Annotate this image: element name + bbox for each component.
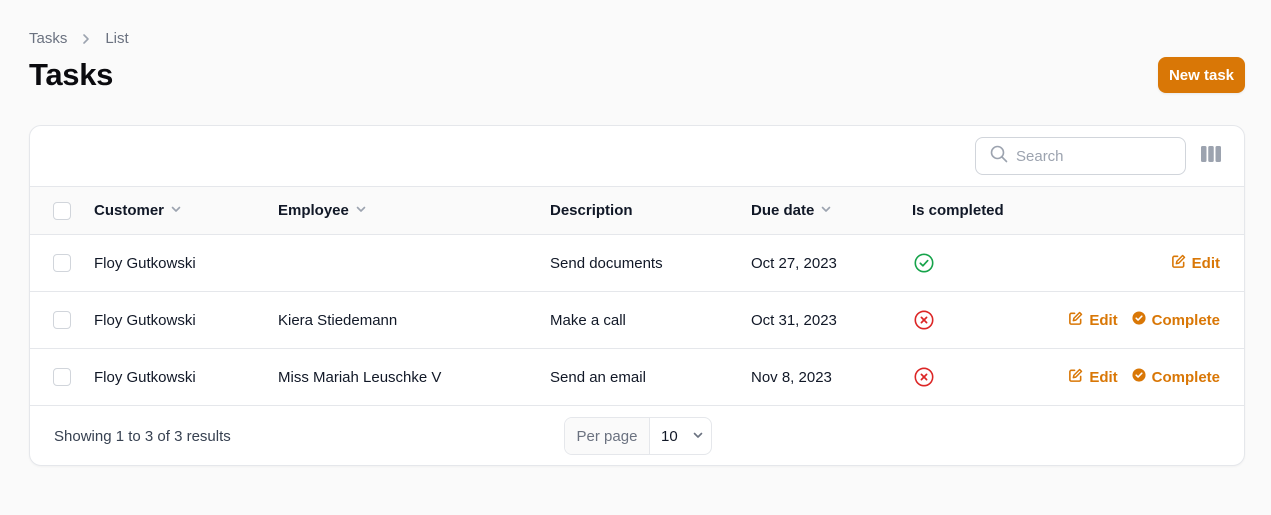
table-footer: Showing 1 to 3 of 3 results Per page 10 bbox=[30, 406, 1244, 465]
columns-icon bbox=[1201, 145, 1221, 167]
cell-description: Send an email bbox=[550, 368, 646, 386]
table-row[interactable]: Floy Gutkowski Miss Mariah Leuschke V Se… bbox=[30, 349, 1244, 406]
table-toolbar bbox=[30, 126, 1244, 186]
row-checkbox[interactable] bbox=[53, 254, 71, 272]
cell-due-date: Oct 27, 2023 bbox=[751, 254, 837, 272]
badge-check-icon bbox=[1132, 311, 1146, 329]
complete-label: Complete bbox=[1151, 311, 1220, 329]
cell-description: Make a call bbox=[550, 311, 626, 329]
chevron-down-icon bbox=[355, 202, 367, 219]
check-circle-icon bbox=[914, 253, 934, 273]
row-actions: Edit bbox=[1171, 235, 1220, 291]
row-actions: Edit Complete bbox=[1068, 292, 1220, 348]
edit-action[interactable]: Edit bbox=[1068, 311, 1118, 330]
cell-employee: Kiera Stiedemann bbox=[278, 311, 398, 329]
column-due-date[interactable]: Due date bbox=[751, 187, 832, 234]
row-actions: Edit Complete bbox=[1068, 349, 1220, 405]
chevron-down-icon bbox=[692, 428, 704, 445]
badge-check-icon bbox=[1132, 368, 1146, 386]
chevron-down-icon bbox=[820, 202, 832, 219]
table-row[interactable]: Floy Gutkowski Send documents Oct 27, 20… bbox=[30, 235, 1244, 292]
edit-label: Edit bbox=[1089, 368, 1118, 386]
cell-customer: Floy Gutkowski bbox=[94, 311, 196, 329]
cell-due-date: Nov 8, 2023 bbox=[751, 368, 832, 386]
cell-description: Send documents bbox=[550, 254, 663, 272]
edit-icon bbox=[1068, 368, 1083, 387]
search-field[interactable] bbox=[975, 137, 1186, 175]
pagination-summary: Showing 1 to 3 of 3 results bbox=[54, 427, 231, 445]
per-page-control: Per page 10 bbox=[564, 417, 712, 455]
per-page-value: 10 bbox=[661, 427, 678, 445]
cell-employee: Miss Mariah Leuschke V bbox=[278, 368, 442, 386]
select-all-checkbox[interactable] bbox=[53, 202, 71, 220]
cell-customer: Floy Gutkowski bbox=[94, 254, 196, 272]
new-task-button[interactable]: New task bbox=[1158, 57, 1245, 93]
chevron-down-icon bbox=[170, 202, 182, 219]
row-checkbox[interactable] bbox=[53, 311, 71, 329]
edit-action[interactable]: Edit bbox=[1068, 368, 1118, 387]
x-circle-icon bbox=[914, 367, 934, 387]
complete-action[interactable]: Complete bbox=[1132, 311, 1220, 329]
cell-customer: Floy Gutkowski bbox=[94, 368, 196, 386]
tasks-table-card: Customer Employee Description Due date I… bbox=[29, 125, 1245, 466]
breadcrumb-item-tasks[interactable]: Tasks bbox=[29, 30, 67, 47]
columns-toggle-button[interactable] bbox=[1200, 145, 1222, 167]
edit-label: Edit bbox=[1191, 254, 1220, 272]
column-employee[interactable]: Employee bbox=[278, 187, 367, 234]
x-circle-icon bbox=[914, 310, 934, 330]
column-is-completed: Is completed bbox=[912, 202, 1004, 219]
edit-label: Edit bbox=[1089, 311, 1118, 329]
search-input[interactable] bbox=[1016, 147, 1166, 165]
complete-action[interactable]: Complete bbox=[1132, 368, 1220, 386]
chevron-right-icon bbox=[79, 32, 93, 46]
edit-icon bbox=[1171, 254, 1186, 273]
per-page-label: Per page bbox=[565, 418, 650, 454]
cell-due-date: Oct 31, 2023 bbox=[751, 311, 837, 329]
page-title: Tasks bbox=[29, 57, 114, 92]
column-customer[interactable]: Customer bbox=[94, 187, 182, 234]
edit-action[interactable]: Edit bbox=[1171, 254, 1220, 273]
row-checkbox[interactable] bbox=[53, 368, 71, 386]
search-icon bbox=[990, 145, 1008, 168]
complete-label: Complete bbox=[1151, 368, 1220, 386]
table-row[interactable]: Floy Gutkowski Kiera Stiedemann Make a c… bbox=[30, 292, 1244, 349]
breadcrumb: Tasks List bbox=[29, 30, 129, 47]
column-description: Description bbox=[550, 202, 633, 219]
per-page-select[interactable]: 10 bbox=[650, 418, 711, 454]
breadcrumb-item-list: List bbox=[105, 30, 129, 47]
edit-icon bbox=[1068, 311, 1083, 330]
table-header: Customer Employee Description Due date I… bbox=[30, 186, 1244, 235]
